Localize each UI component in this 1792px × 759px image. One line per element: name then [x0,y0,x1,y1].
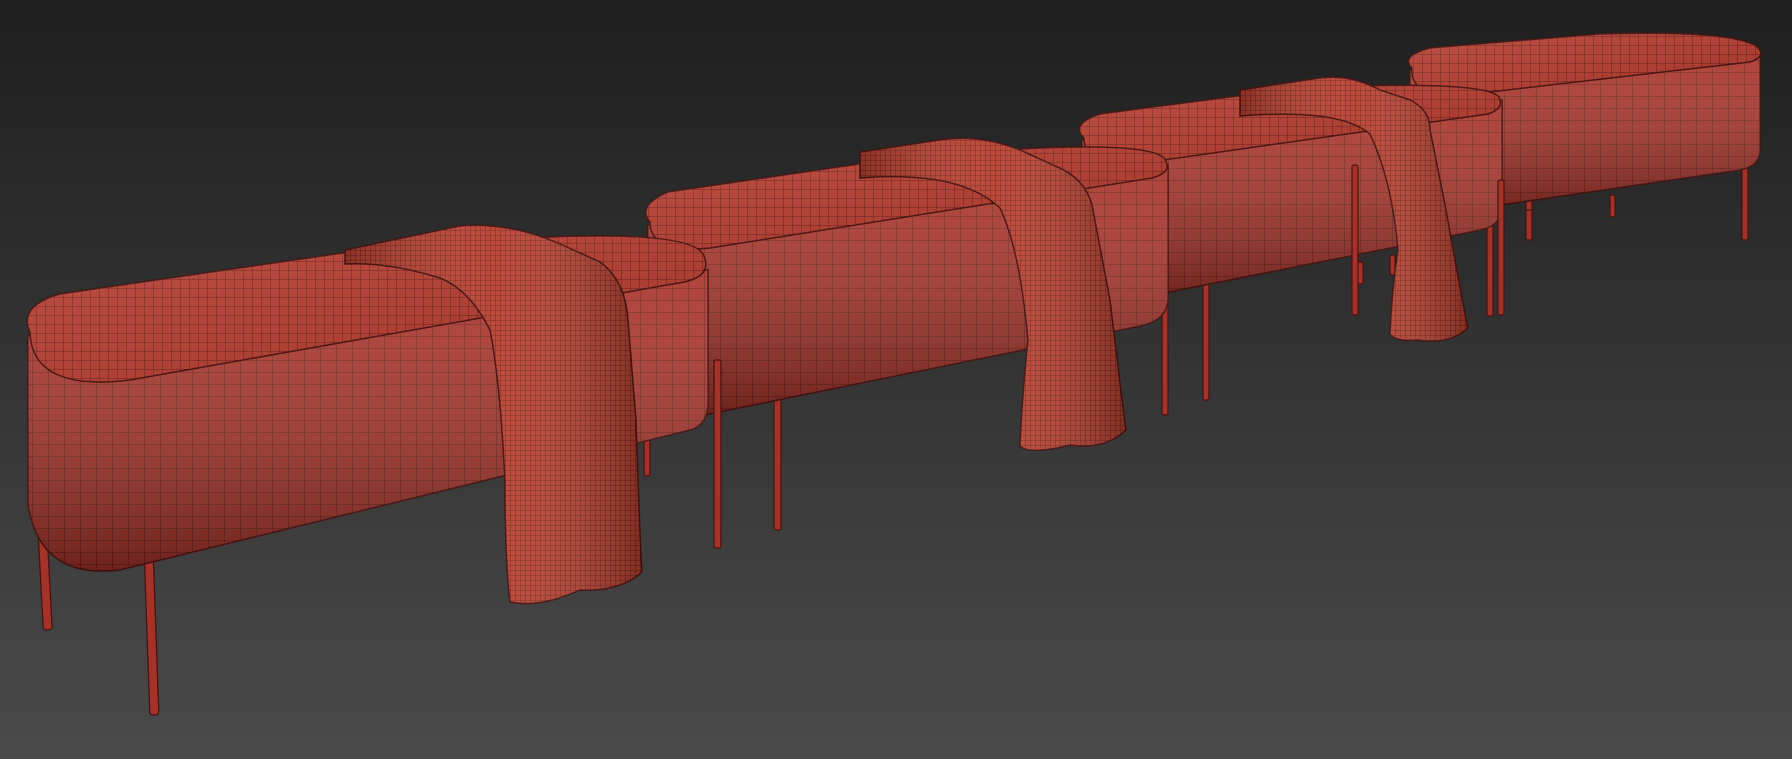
3d-viewport[interactable] [0,0,1792,759]
wireframe-render [0,0,1792,759]
